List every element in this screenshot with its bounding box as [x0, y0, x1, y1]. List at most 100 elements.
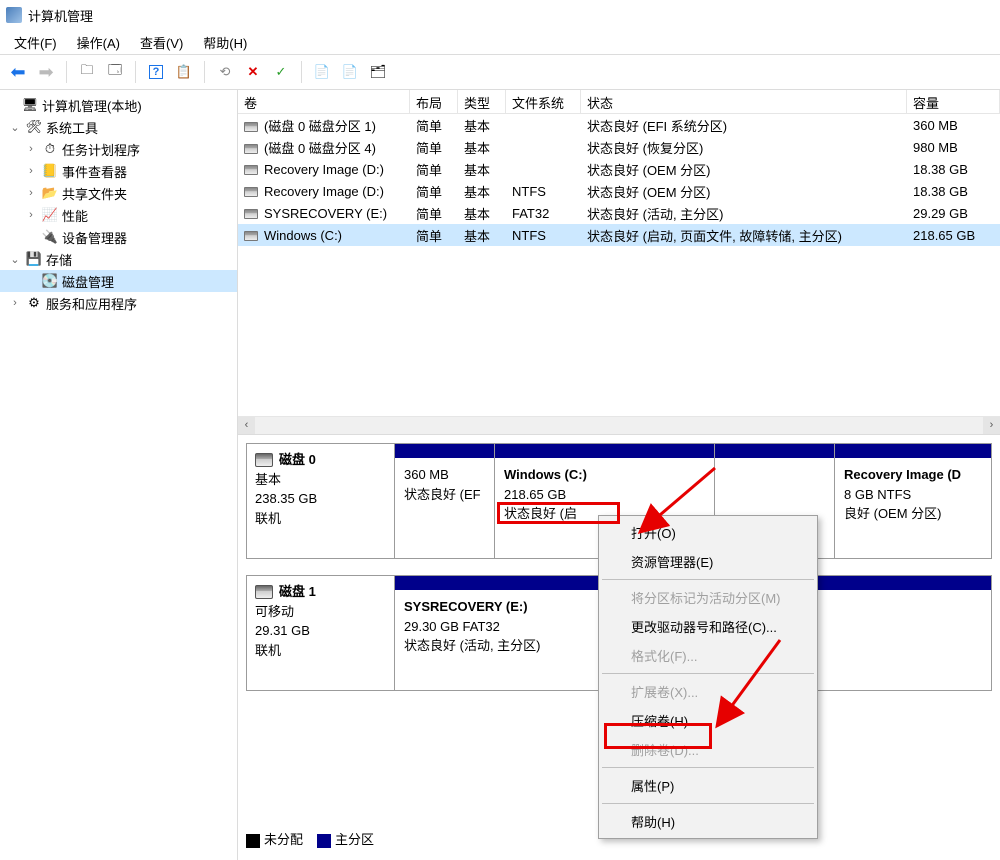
column-headers: 卷 布局 类型 文件系统 状态 容量 — [238, 90, 1000, 114]
tree-services-apps[interactable]: › ⚙ 服务和应用程序 — [0, 292, 237, 314]
volume-cell: 基本 — [458, 159, 506, 180]
volume-icon — [244, 122, 258, 132]
ctx-change-letter[interactable]: 更改驱动器号和路径(C)... — [601, 612, 815, 641]
chevron-down-icon[interactable]: ⌄ — [8, 121, 22, 134]
volume-cell: 18.38 GB — [907, 161, 1000, 178]
col-volume[interactable]: 卷 — [238, 90, 410, 113]
volume-row[interactable]: Recovery Image (D:)简单基本 状态良好 (OEM 分区)18.3… — [238, 158, 1000, 180]
ctx-open[interactable]: 打开(O) — [601, 518, 815, 547]
chevron-right-icon[interactable]: › — [24, 165, 38, 177]
ctx-explorer[interactable]: 资源管理器(E) — [601, 547, 815, 576]
disk-icon — [255, 585, 273, 599]
volume-cell: 980 MB — [907, 139, 1000, 156]
tree-performance[interactable]: › 📈 性能 — [0, 204, 237, 226]
volume-row[interactable]: SYSRECOVERY (E:)简单基本FAT32状态良好 (活动, 主分区)2… — [238, 202, 1000, 224]
partition-header — [395, 444, 494, 458]
tree-storage[interactable]: ⌄ 💾 存储 — [0, 248, 237, 270]
volume-cell: 简单 — [410, 159, 458, 180]
tree-task-scheduler[interactable]: › ⏱ 任务计划程序 — [0, 138, 237, 160]
partition-body[interactable]: Recovery Image (D 8 GB NTFS 良好 (OEM 分区) — [835, 458, 991, 558]
volume-row[interactable]: Recovery Image (D:)简单基本NTFS状态良好 (OEM 分区)… — [238, 180, 1000, 202]
show-hide-tree-button[interactable]: 🗀 — [75, 60, 99, 84]
volume-name-cell: Recovery Image (D:) — [238, 161, 410, 178]
disk-name: 磁盘 0 — [279, 450, 316, 470]
col-type[interactable]: 类型 — [458, 90, 506, 113]
chevron-right-icon[interactable]: › — [24, 209, 38, 221]
col-filesystem[interactable]: 文件系统 — [506, 90, 581, 113]
context-menu[interactable]: 打开(O) 资源管理器(E) 将分区标记为活动分区(M) 更改驱动器号和路径(C… — [598, 515, 818, 839]
disk-info[interactable]: 磁盘 0 基本 238.35 GB 联机 — [247, 444, 395, 558]
volume-cell: 状态良好 (OEM 分区) — [581, 159, 907, 180]
partition-status: 状态良好 (EF — [404, 485, 485, 505]
legend: 未分配 主分区 — [246, 829, 374, 848]
toolbar: ⬅ ➡ 🗀 🗔 ? 📋 ⟲ ✕ ✓ 📄 📄 🗂 — [0, 54, 1000, 90]
delete-button[interactable]: ✕ — [241, 60, 265, 84]
chevron-down-icon[interactable]: ⌄ — [8, 253, 22, 266]
x-icon: ✕ — [248, 64, 259, 80]
partition-status: 良好 (OEM 分区) — [844, 504, 982, 524]
undo-button[interactable]: ⟲ — [213, 60, 237, 84]
list-button[interactable]: 📋 — [172, 60, 196, 84]
tree-label: 事件查看器 — [62, 162, 127, 181]
chevron-right-icon[interactable]: › — [8, 297, 22, 309]
volume-cell — [506, 168, 581, 170]
tb-btn-c[interactable]: 🗂 — [366, 60, 390, 84]
chevron-right-icon[interactable]: › — [24, 187, 38, 199]
ctx-mark-active: 将分区标记为活动分区(M) — [601, 583, 815, 612]
tree-label: 存储 — [46, 250, 72, 269]
col-capacity[interactable]: 容量 — [907, 90, 1000, 113]
scroll-left-icon[interactable]: ‹ — [238, 417, 255, 434]
scroll-right-icon[interactable]: › — [983, 417, 1000, 434]
volume-row[interactable]: Windows (C:)简单基本NTFS状态良好 (启动, 页面文件, 故障转储… — [238, 224, 1000, 246]
volume-row[interactable]: (磁盘 0 磁盘分区 1)简单基本状态良好 (EFI 系统分区)360 MB — [238, 114, 1000, 136]
computer-icon: 🖥 — [22, 97, 38, 113]
tree-label: 共享文件夹 — [62, 184, 127, 203]
tree-system-tools[interactable]: ⌄ 🛠 系统工具 — [0, 116, 237, 138]
tree-root[interactable]: 🖥 计算机管理(本地) — [0, 94, 237, 116]
nav-tree[interactable]: 🖥 计算机管理(本地) ⌄ 🛠 系统工具 › ⏱ 任务计划程序 › 📒 事件查看… — [0, 90, 238, 860]
tree-shared-folders[interactable]: › 📂 共享文件夹 — [0, 182, 237, 204]
disk-info[interactable]: 磁盘 1 可移动 29.31 GB 联机 — [247, 576, 395, 690]
main-area: 🖥 计算机管理(本地) ⌄ 🛠 系统工具 › ⏱ 任务计划程序 › 📒 事件查看… — [0, 90, 1000, 860]
volume-row[interactable]: (磁盘 0 磁盘分区 4)简单基本状态良好 (恢复分区)980 MB — [238, 136, 1000, 158]
refresh-button[interactable]: ✓ — [269, 60, 293, 84]
partition-body[interactable]: 360 MB 状态良好 (EF — [395, 458, 494, 558]
back-button[interactable]: ⬅ — [6, 60, 30, 84]
menu-view[interactable]: 查看(V) — [130, 31, 193, 54]
volume-icon — [244, 187, 258, 197]
ctx-shrink[interactable]: 压缩卷(H)... — [601, 706, 815, 735]
separator — [204, 61, 205, 83]
title-bar: 计算机管理 — [0, 0, 1000, 30]
volume-icon — [244, 165, 258, 175]
chevron-right-icon[interactable]: › — [24, 143, 38, 155]
forward-button[interactable]: ➡ — [34, 60, 58, 84]
volume-cell: 基本 — [458, 115, 506, 136]
volume-cell — [506, 146, 581, 148]
volume-list[interactable]: 卷 布局 类型 文件系统 状态 容量 (磁盘 0 磁盘分区 1)简单基本状态良好… — [238, 90, 1000, 435]
volume-cell: NTFS — [506, 227, 581, 244]
ctx-properties[interactable]: 属性(P) — [601, 771, 815, 800]
partition-recovery-d[interactable]: Recovery Image (D 8 GB NTFS 良好 (OEM 分区) — [835, 444, 991, 558]
partition-efi[interactable]: 360 MB 状态良好 (EF — [395, 444, 495, 558]
tree-event-viewer[interactable]: › 📒 事件查看器 — [0, 160, 237, 182]
menu-file[interactable]: 文件(F) — [4, 31, 67, 54]
menu-help[interactable]: 帮助(H) — [193, 31, 257, 54]
horizontal-scrollbar[interactable]: ‹ › — [238, 416, 1000, 434]
help-button[interactable]: ? — [144, 60, 168, 84]
tree-device-manager[interactable]: 🔌 设备管理器 — [0, 226, 237, 248]
col-status[interactable]: 状态 — [581, 90, 907, 113]
volume-cell: 状态良好 (恢复分区) — [581, 137, 907, 158]
partition-size: 218.65 GB — [504, 485, 705, 505]
menu-action[interactable]: 操作(A) — [67, 31, 130, 54]
tree-disk-management[interactable]: 💽 磁盘管理 — [0, 270, 237, 292]
shared-folder-icon: 📂 — [42, 185, 58, 201]
separator — [135, 61, 136, 83]
ctx-help[interactable]: 帮助(H) — [601, 807, 815, 836]
col-layout[interactable]: 布局 — [410, 90, 458, 113]
tb-btn-b[interactable]: 📄 — [338, 60, 362, 84]
list-icon: 📋 — [176, 64, 192, 80]
tb-btn-a[interactable]: 📄 — [310, 60, 334, 84]
properties-button[interactable]: 🗔 — [103, 60, 127, 84]
disk-online: 联机 — [255, 509, 386, 529]
disk-name: 磁盘 1 — [279, 582, 316, 602]
